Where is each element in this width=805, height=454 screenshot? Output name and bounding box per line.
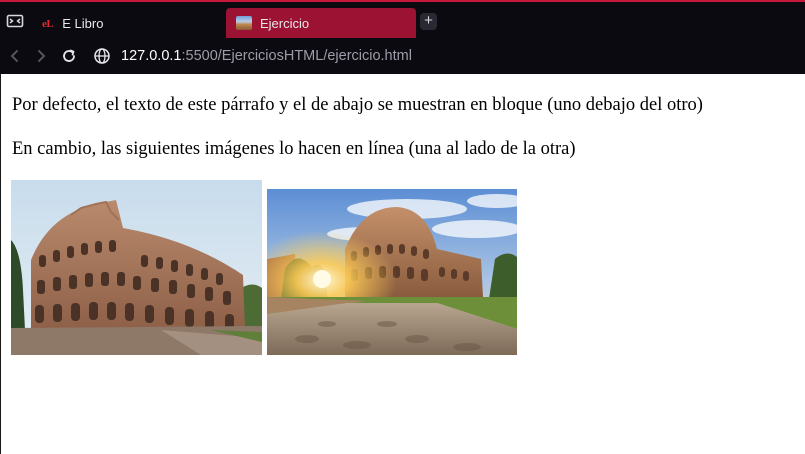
new-tab-button[interactable]: + (420, 13, 437, 30)
paragraph-block-text: Por defecto, el texto de este párrafo y … (12, 95, 703, 115)
elibro-logo-icon: eL (42, 18, 54, 30)
paragraph-inline-text: En cambio, las siguientes imágenes lo ha… (12, 139, 576, 159)
forward-arrow-icon[interactable] (32, 47, 50, 65)
tab-manager-icon[interactable] (6, 13, 24, 29)
address-bar[interactable]: 127.0.0.1:5500/EjerciciosHTML/ejercicio.… (121, 46, 412, 66)
globe-icon[interactable] (93, 47, 111, 65)
tab-label: Ejercicio (260, 15, 310, 31)
colosseum-daylight-photo (11, 180, 262, 355)
tab-ejercicio[interactable]: Ejercicio (226, 8, 416, 38)
page-content: Por defecto, el texto de este párrafo y … (0, 74, 805, 454)
tab-bar: eL E Libro Ejercicio + (0, 2, 805, 40)
browser-chrome: eL E Libro Ejercicio + 127.0.0.1:5500/Ej… (0, 0, 805, 74)
back-arrow-icon[interactable] (6, 47, 24, 65)
colosseum-thumbnail-icon (236, 16, 252, 30)
tab-label: E Libro (62, 15, 104, 31)
navigation-bar: 127.0.0.1:5500/EjerciciosHTML/ejercicio.… (0, 40, 805, 74)
address-path: :5500/EjerciciosHTML/ejercicio.html (181, 48, 412, 64)
colosseum-sunrise-photo (267, 189, 517, 355)
address-host: 127.0.0.1 (121, 48, 182, 64)
tab-e-libro[interactable]: eL E Libro (34, 8, 224, 38)
reload-icon[interactable] (60, 47, 78, 65)
